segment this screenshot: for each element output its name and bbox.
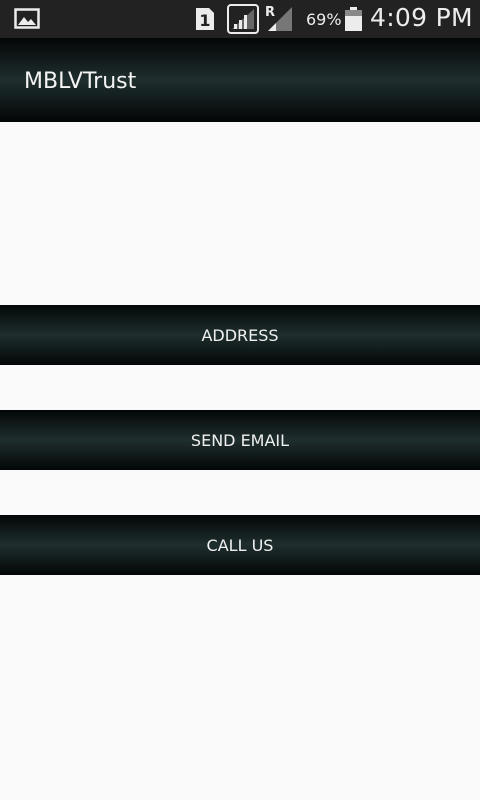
- status-bar: 1 R 69% 4:09 PM: [0, 0, 480, 38]
- status-clock: 4:09 PM: [370, 3, 473, 32]
- action-bar: MBLVTrust: [0, 38, 480, 122]
- call-us-button[interactable]: CALL US: [0, 515, 480, 575]
- gallery-icon: [14, 8, 40, 29]
- app-title: MBLVTrust: [24, 69, 137, 94]
- battery-icon: [345, 7, 362, 31]
- sim-card-icon: 1: [196, 8, 214, 30]
- roaming-indicator: R: [265, 5, 275, 20]
- battery-percent: 69%: [306, 10, 342, 29]
- sim-slot-number: 1: [199, 11, 210, 30]
- address-button[interactable]: ADDRESS: [0, 305, 480, 365]
- roaming-signal-icon: R: [265, 5, 292, 31]
- signal-icon: [227, 4, 259, 34]
- send-email-button[interactable]: SEND EMAIL: [0, 410, 480, 470]
